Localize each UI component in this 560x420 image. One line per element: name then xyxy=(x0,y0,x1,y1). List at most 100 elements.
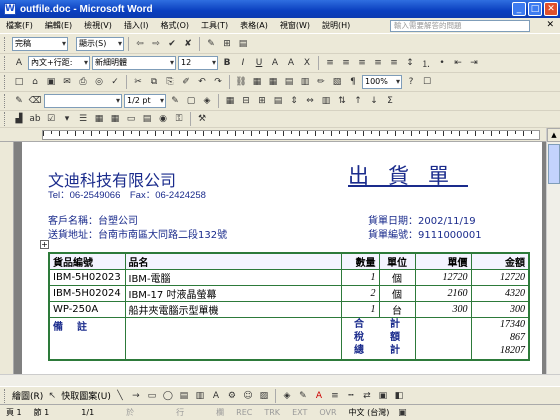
shading-color-icon[interactable]: ◈ xyxy=(200,94,214,108)
maximize-button[interactable]: □ xyxy=(528,2,542,16)
draw-table-icon[interactable]: ✎ xyxy=(12,94,26,108)
reset-fields-icon[interactable]: ◉ xyxy=(156,112,170,126)
menu-view[interactable]: 檢視(V) xyxy=(78,20,118,31)
diagram-icon[interactable]: ⚙ xyxy=(225,389,239,403)
field-shading-icon[interactable]: ▤ xyxy=(140,112,154,126)
chart-icon[interactable]: ▟ xyxy=(12,112,26,126)
tables-borders-icon[interactable]: ▦ xyxy=(250,75,264,89)
increase-indent-icon[interactable]: ⇥ xyxy=(467,56,481,70)
align-left-icon[interactable]: ≡ xyxy=(323,56,337,70)
picture-icon[interactable]: ▨ xyxy=(257,389,271,403)
styles-pane-icon[interactable]: A xyxy=(12,56,26,70)
redo-icon[interactable]: ↷ xyxy=(211,75,225,89)
dropdown-field-icon[interactable]: ▾ xyxy=(60,112,74,126)
split-cells-icon[interactable]: ⊞ xyxy=(255,94,269,108)
align-right-icon[interactable]: ≡ xyxy=(355,56,369,70)
new-document-icon[interactable]: □ xyxy=(12,75,26,89)
quantity-cell[interactable]: 1 xyxy=(340,301,380,318)
accept-change-icon[interactable]: ✔ xyxy=(165,37,179,51)
product-name-cell[interactable]: IBM-電腦 xyxy=(124,269,342,286)
read-icon[interactable]: ☐ xyxy=(420,75,434,89)
character-border-icon[interactable]: A xyxy=(268,56,282,70)
document-map-icon[interactable]: ▧ xyxy=(330,75,344,89)
totals-values-cell[interactable]: 17340 867 18207 xyxy=(470,317,530,360)
quantity-cell[interactable]: 1 xyxy=(340,269,380,286)
insert-comment-icon[interactable]: ✎ xyxy=(204,37,218,51)
style-combo[interactable]: 內文+行距: xyxy=(28,56,90,70)
insert-table-icon[interactable]: ▦ xyxy=(108,112,122,126)
unit-cell[interactable]: 台 xyxy=(378,301,416,318)
help-search-input[interactable]: 輸入需要解答的問題 xyxy=(390,20,530,32)
menu-help[interactable]: 說明(H) xyxy=(316,20,356,31)
text-direction-icon[interactable]: ⇅ xyxy=(335,94,349,108)
italic-icon[interactable]: I xyxy=(236,56,250,70)
customize-tools-icon[interactable]: ⚒ xyxy=(195,112,209,126)
help-icon[interactable]: ? xyxy=(404,75,418,89)
toolbar-grip[interactable] xyxy=(4,56,7,70)
drawing-icon[interactable]: ✏ xyxy=(314,75,328,89)
table-move-handle-icon[interactable]: + xyxy=(40,240,49,249)
previous-change-icon[interactable]: ⇦ xyxy=(133,37,147,51)
amount-cell[interactable]: 12720 xyxy=(470,269,530,286)
menu-insert[interactable]: 插入(I) xyxy=(118,20,155,31)
insert-excel-icon[interactable]: ▤ xyxy=(282,75,296,89)
insert-table-icon[interactable]: ▦ xyxy=(266,75,280,89)
columns-icon[interactable]: ▥ xyxy=(298,75,312,89)
permission-icon[interactable]: ✉ xyxy=(60,75,74,89)
product-name-cell[interactable]: 船井夾電腦示型單機 xyxy=(124,301,342,318)
item-no-cell[interactable]: IBM-5H02024 xyxy=(48,285,126,302)
status-rec[interactable]: REC xyxy=(230,408,258,417)
fill-color-icon[interactable]: ◈ xyxy=(280,389,294,403)
horizontal-scrollbar[interactable] xyxy=(0,374,560,386)
print-preview-icon[interactable]: ◎ xyxy=(92,75,106,89)
hyperlink-icon[interactable]: ⛓ xyxy=(234,75,248,89)
menu-edit[interactable]: 編輯(E) xyxy=(39,20,78,31)
align-center-icon[interactable]: ≡ xyxy=(339,56,353,70)
unit-price-cell[interactable]: 12720 xyxy=(414,269,472,286)
copy-icon[interactable]: ⧉ xyxy=(147,75,161,89)
next-change-icon[interactable]: ⇨ xyxy=(149,37,163,51)
unit-cell[interactable]: 個 xyxy=(378,285,416,302)
line-color-icon[interactable]: ✎ xyxy=(296,389,310,403)
toolbar-grip[interactable] xyxy=(4,388,7,403)
format-painter-icon[interactable]: ✐ xyxy=(179,75,193,89)
rectangle-icon[interactable]: ▭ xyxy=(145,389,159,403)
status-ext[interactable]: EXT xyxy=(286,408,313,417)
form-options-icon[interactable]: ☰ xyxy=(76,112,90,126)
menu-window[interactable]: 視窗(W) xyxy=(274,20,316,31)
amount-cell[interactable]: 300 xyxy=(470,301,530,318)
line-icon[interactable]: ╲ xyxy=(113,389,127,403)
draw-menu[interactable]: 繪圖(R) xyxy=(12,389,43,402)
border-color-icon[interactable]: ✎ xyxy=(168,94,182,108)
toolbar-grip[interactable] xyxy=(4,37,7,51)
display-for-review-combo[interactable]: 完稿 xyxy=(12,37,68,51)
status-ovr[interactable]: OVR xyxy=(313,408,342,417)
draw-table-icon[interactable]: ▦ xyxy=(92,112,106,126)
show-hide-icon[interactable]: ¶ xyxy=(346,75,360,89)
toolbar-grip[interactable] xyxy=(4,75,7,89)
vertical-textbox-icon[interactable]: ▥ xyxy=(193,389,207,403)
undo-icon[interactable]: ↶ xyxy=(195,75,209,89)
item-no-cell[interactable]: IBM-5H02023 xyxy=(48,269,126,286)
wordart-icon[interactable]: A xyxy=(209,389,223,403)
protect-form-icon[interactable]: ⚿ xyxy=(172,112,186,126)
line-style-combo[interactable] xyxy=(44,94,122,108)
line-style-icon[interactable]: ≡ xyxy=(328,389,342,403)
minimize-button[interactable]: _ xyxy=(512,2,526,16)
insert-table-icon[interactable]: ▦ xyxy=(223,94,237,108)
line-spacing-icon[interactable]: ↕ xyxy=(403,56,417,70)
amount-cell[interactable]: 4320 xyxy=(470,285,530,302)
eraser-icon[interactable]: ⌫ xyxy=(28,94,42,108)
merge-cells-icon[interactable]: ⊟ xyxy=(239,94,253,108)
distributed-icon[interactable]: ≡ xyxy=(387,56,401,70)
arrow-style-icon[interactable]: ⇄ xyxy=(360,389,374,403)
remark-cell[interactable] xyxy=(124,317,342,360)
shadow-icon[interactable]: ▣ xyxy=(376,389,390,403)
sort-descending-icon[interactable]: ↓ xyxy=(367,94,381,108)
autoformat-icon[interactable]: ▥ xyxy=(319,94,333,108)
spelling-icon[interactable]: ✓ xyxy=(108,75,122,89)
checkbox-icon[interactable]: ☑ xyxy=(44,112,58,126)
toolbar-grip[interactable] xyxy=(4,112,7,126)
menu-table[interactable]: 表格(A) xyxy=(234,20,274,31)
vertical-ruler[interactable] xyxy=(0,142,14,374)
